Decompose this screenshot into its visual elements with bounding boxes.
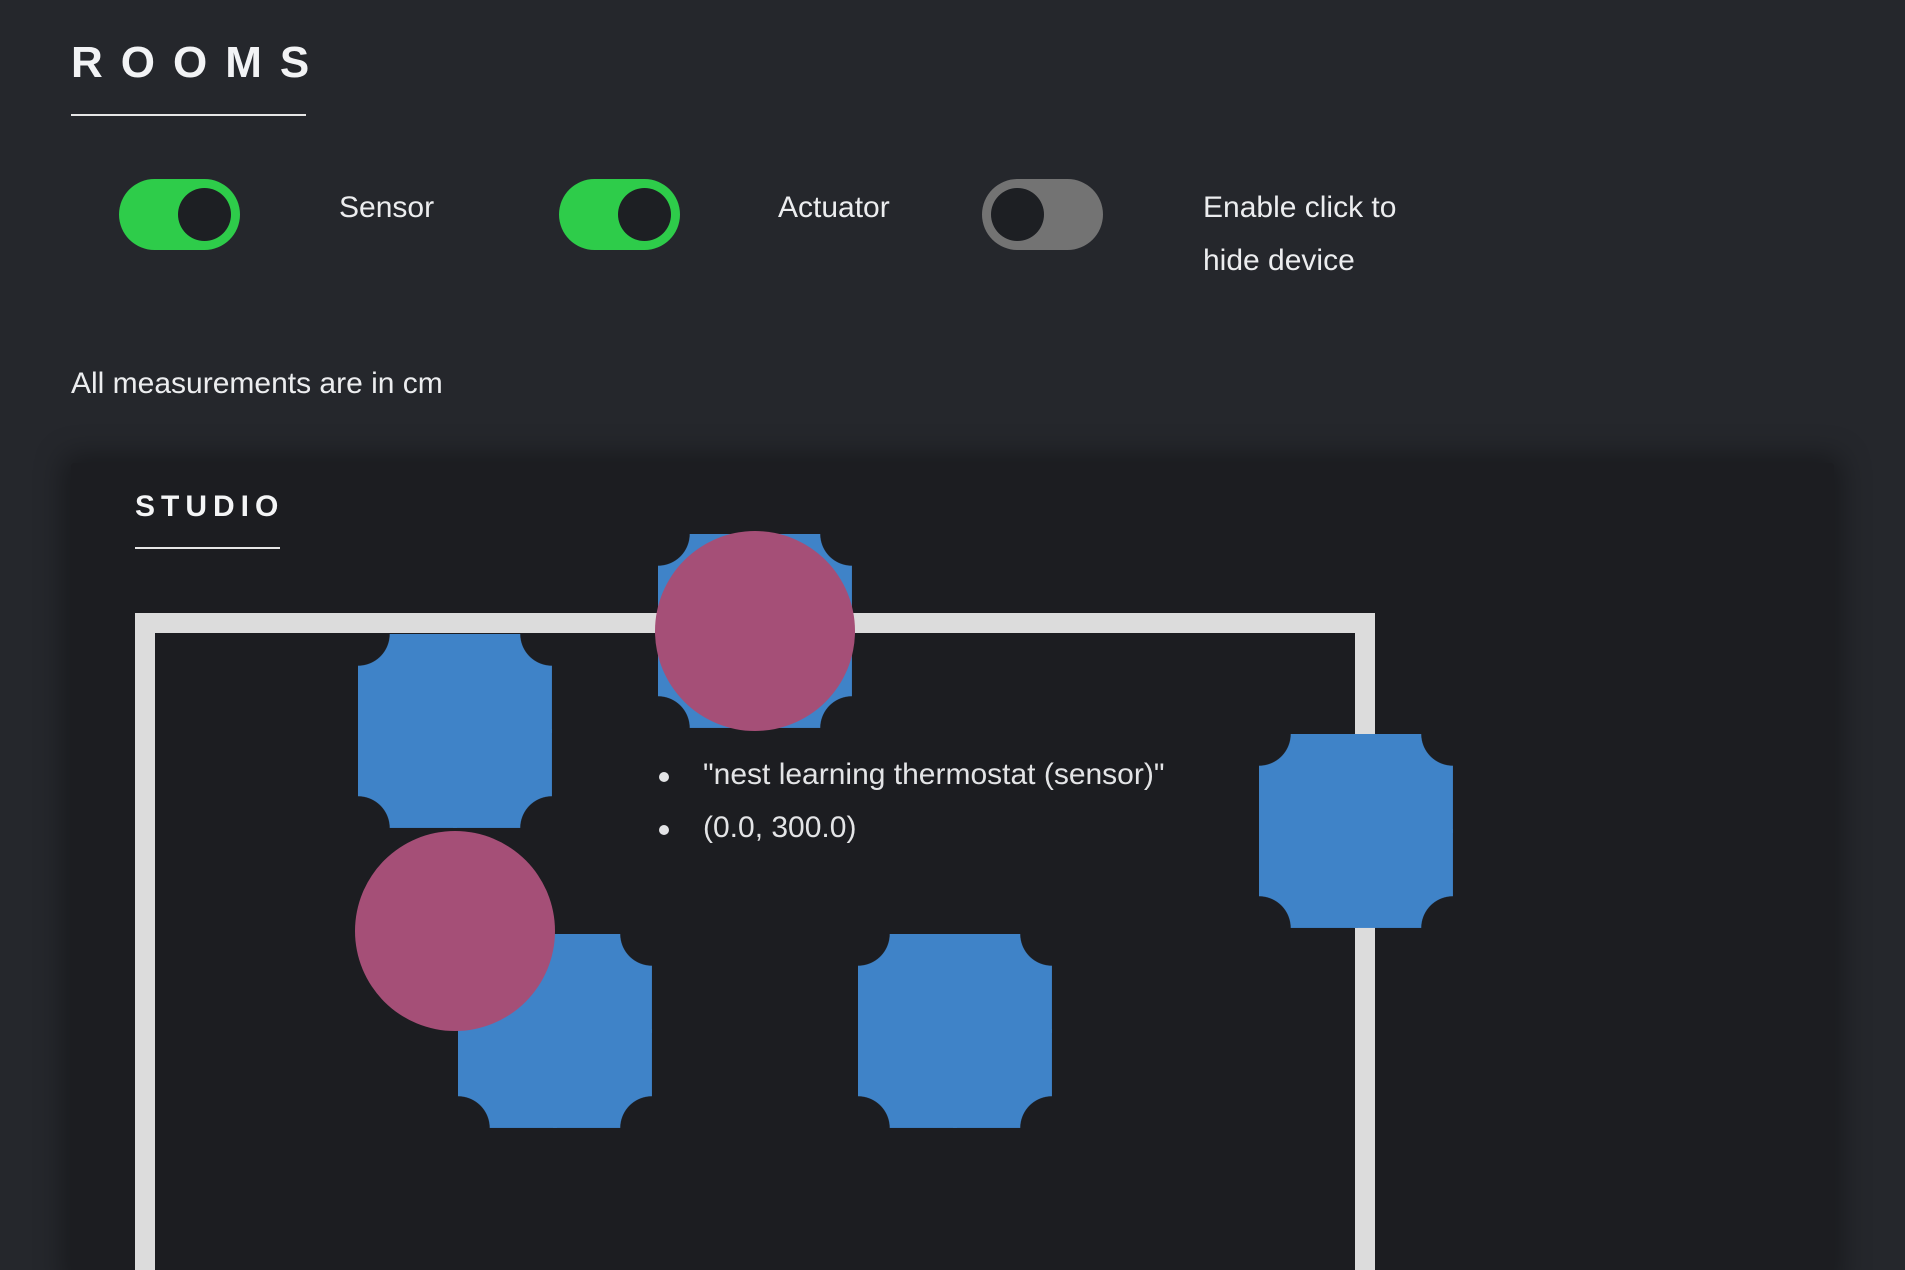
sensor-toggle-label: Sensor	[339, 191, 435, 224]
device-tooltip-name: "nest learning thermostat (sensor)"	[656, 748, 1165, 801]
click-to-hide-label-line2: hide device	[1203, 244, 1355, 277]
title-underline	[71, 114, 306, 116]
actuator-toggle-label: Actuator	[778, 191, 890, 224]
click-to-hide-label-line1: Enable click to	[1203, 191, 1397, 224]
measurement-note: All measurements are in cm	[71, 367, 443, 400]
room-title: STUDIO	[135, 490, 285, 523]
room-title-underline	[135, 547, 280, 549]
sensor-device[interactable]	[355, 831, 555, 1031]
sensor-device[interactable]	[655, 531, 855, 731]
sensor-toggle[interactable]	[119, 179, 240, 250]
actuator-device[interactable]	[358, 634, 552, 828]
toggle-knob	[618, 188, 671, 241]
page-title: ROOMS	[71, 38, 328, 87]
actuator-device[interactable]	[858, 934, 1052, 1128]
actuator-device[interactable]	[1259, 734, 1453, 928]
rooms-page: ROOMS Sensor Actuator Enable click to hi…	[0, 0, 1905, 1270]
actuator-toggle[interactable]	[559, 179, 680, 250]
device-tooltip-position: (0.0, 300.0)	[656, 801, 1165, 854]
toggle-knob	[178, 188, 231, 241]
device-tooltip: "nest learning thermostat (sensor)" (0.0…	[656, 748, 1165, 854]
toggle-knob	[991, 188, 1044, 241]
click-to-hide-toggle[interactable]	[982, 179, 1103, 250]
